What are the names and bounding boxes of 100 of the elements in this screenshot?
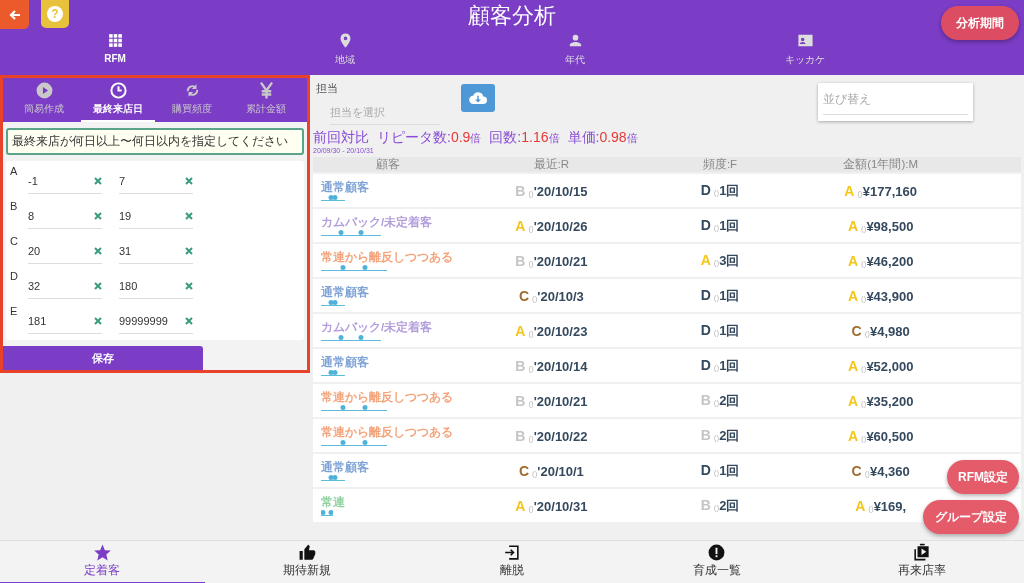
customer-row[interactable]: 常連から離反しつつある B ()'20/10/22 B ()2回 A ()¥60,500 — [313, 419, 1021, 452]
dots-line-drawing — [321, 194, 345, 201]
clock-icon — [108, 81, 128, 100]
alert-icon — [707, 543, 727, 562]
grade-cell-text: C ()¥4,360 — [850, 462, 911, 479]
day-input-field[interactable]: 8 — [28, 204, 102, 229]
grade-cell-text: A ()'20/10/31 — [514, 497, 589, 514]
rfm-tab[interactable]: 累計金額 — [229, 78, 303, 122]
customer-tag: 常連から離反しつつある — [321, 425, 453, 439]
nav-tab[interactable]: 年代 — [460, 32, 690, 67]
cloud-download-icon — [469, 91, 487, 105]
dots-line-drawing — [321, 334, 381, 341]
thumbs-up-icon — [297, 543, 317, 562]
dots-line-drawing — [321, 264, 387, 271]
customer-row[interactable]: 通常顧客 B ()'20/10/15 D ()1回 A ()¥177,160 — [313, 174, 1021, 207]
customer-row[interactable]: 通常顧客 C ()'20/10/3 D ()1回 A ()¥43,900 — [313, 279, 1021, 312]
dots-line-drawing — [321, 299, 345, 306]
exit-icon — [502, 543, 522, 562]
day-input-field[interactable]: -1 — [28, 169, 102, 194]
instruction-text: 最終来店が何日以上〜何日以内を指定してください — [6, 128, 304, 155]
column-header: 顧客 — [375, 157, 401, 172]
bottom-nav-item[interactable]: 離脱 — [409, 541, 615, 583]
back-button[interactable] — [0, 0, 29, 29]
grade-cell-text: A ()¥35,200 — [846, 392, 915, 409]
page-title: 顧客分析 — [468, 3, 556, 28]
grade-cell-text: D ()1回 — [699, 181, 741, 200]
customer-row[interactable]: 常連から離反しつつある B ()'20/10/21 A ()3回 A ()¥46,200 — [313, 244, 1021, 277]
contact-card-icon — [796, 32, 814, 49]
grade-cell-text: D ()1回 — [699, 356, 741, 375]
customer-row[interactable]: カムバック/未定着客 A ()'20/10/26 D ()1回 A ()¥98,500 — [313, 209, 1021, 242]
grade-cell-text: C ()¥4,980 — [850, 322, 911, 339]
day-input-field[interactable]: 99999999 — [119, 309, 193, 334]
customer-tag: 通常顧客 — [321, 180, 369, 194]
customer-tag: 通常顧客 — [321, 355, 369, 369]
clear-icon[interactable] — [94, 177, 102, 185]
grade-cell-text: A ()3回 — [699, 251, 741, 270]
save-button[interactable]: 保存 — [3, 346, 203, 370]
grade-cell-text: B ()'20/10/15 — [514, 182, 589, 199]
nav-tab[interactable]: RFM — [0, 32, 230, 67]
day-input-field[interactable]: 181 — [28, 309, 102, 334]
grade-cell-text: D ()1回 — [699, 216, 741, 235]
clear-icon[interactable] — [185, 247, 193, 255]
comparison-metric: 回数:1.16倍 — [489, 129, 560, 147]
bottom-nav-item[interactable]: 期待新規 — [204, 541, 410, 583]
grade-cell-text: B ()2回 — [699, 426, 741, 445]
rfm-tab[interactable]: 最終来店日 — [81, 78, 155, 122]
clear-icon[interactable] — [185, 212, 193, 220]
rfm-tab[interactable]: 購買頻度 — [155, 78, 229, 122]
column-header: 最近:R — [532, 157, 571, 172]
rank-label: A — [10, 165, 19, 177]
grade-cell-text: D ()1回 — [699, 321, 741, 340]
bottom-nav-item[interactable]: 育成一覧 — [614, 541, 820, 583]
rank-label: B — [10, 200, 19, 212]
grade-cell-text: A ()¥60,500 — [846, 427, 915, 444]
day-input-field[interactable]: 19 — [119, 204, 193, 229]
clear-icon[interactable] — [94, 282, 102, 290]
grade-cell-text: A ()¥169, — [854, 497, 908, 514]
column-header: 金額(1年間):M — [842, 157, 920, 172]
grade-cell-text: C ()'20/10/1 — [517, 462, 585, 479]
comparison-title: 前回対比 — [313, 129, 369, 147]
grade-cell-text: B ()'20/10/14 — [514, 357, 589, 374]
day-input-field[interactable]: 180 — [119, 274, 193, 299]
clear-icon[interactable] — [185, 177, 193, 185]
grade-cell-text: A ()¥177,160 — [843, 182, 918, 199]
clear-icon[interactable] — [185, 317, 193, 325]
day-input-field[interactable]: 31 — [119, 239, 193, 264]
star-icon — [92, 543, 112, 562]
customer-tag: 通常顧客 — [321, 285, 369, 299]
bottom-nav-item[interactable]: 再来店率 — [819, 541, 1024, 583]
day-input-field[interactable]: 7 — [119, 169, 193, 194]
grade-cell-text: B ()'20/10/21 — [514, 252, 589, 269]
column-header: 頻度:F — [701, 157, 739, 172]
rank-label: E — [10, 305, 19, 317]
grade-cell-text: A ()¥46,200 — [846, 252, 915, 269]
day-input-field[interactable]: 20 — [28, 239, 102, 264]
customer-tag: カムバック/未定着客 — [321, 320, 433, 334]
customer-tag: 通常顧客 — [321, 460, 369, 474]
download-button[interactable] — [461, 84, 495, 112]
customer-row[interactable]: 通常顧客 B ()'20/10/14 D ()1回 A ()¥52,000 — [313, 349, 1021, 382]
arrow-left-icon — [7, 7, 22, 22]
dots-line-drawing — [321, 404, 387, 411]
clear-icon[interactable] — [94, 247, 102, 255]
customer-row[interactable]: カムバック/未定着客 A ()'20/10/23 D ()1回 C ()¥4,980 — [313, 314, 1021, 347]
nav-tab[interactable]: キッカケ — [690, 32, 920, 67]
grade-cell-text: B ()'20/10/22 — [514, 427, 589, 444]
day-input-field[interactable]: 32 — [28, 274, 102, 299]
dots-line-drawing — [321, 229, 381, 236]
clear-icon[interactable] — [185, 282, 193, 290]
comparison-metric: リピータ数:0.9倍 — [377, 129, 482, 147]
grade-cell-text: A ()¥52,000 — [846, 357, 915, 374]
clear-icon[interactable] — [94, 317, 102, 325]
dots-line-drawing — [321, 439, 387, 446]
rank-label: C — [10, 235, 19, 247]
clear-icon[interactable] — [94, 212, 102, 220]
rfm-tab[interactable]: 簡易作成 — [7, 78, 81, 122]
nav-tab[interactable]: 地域 — [230, 32, 460, 67]
customer-row[interactable]: 常連から離反しつつある B ()'20/10/21 B ()2回 A ()¥35,200 — [313, 384, 1021, 417]
customer-tag: 常連から離反しつつある — [321, 390, 453, 404]
analysis-period-button[interactable]: 分析期間 — [941, 6, 1019, 40]
bottom-nav-item[interactable]: 定着客 — [0, 541, 205, 583]
